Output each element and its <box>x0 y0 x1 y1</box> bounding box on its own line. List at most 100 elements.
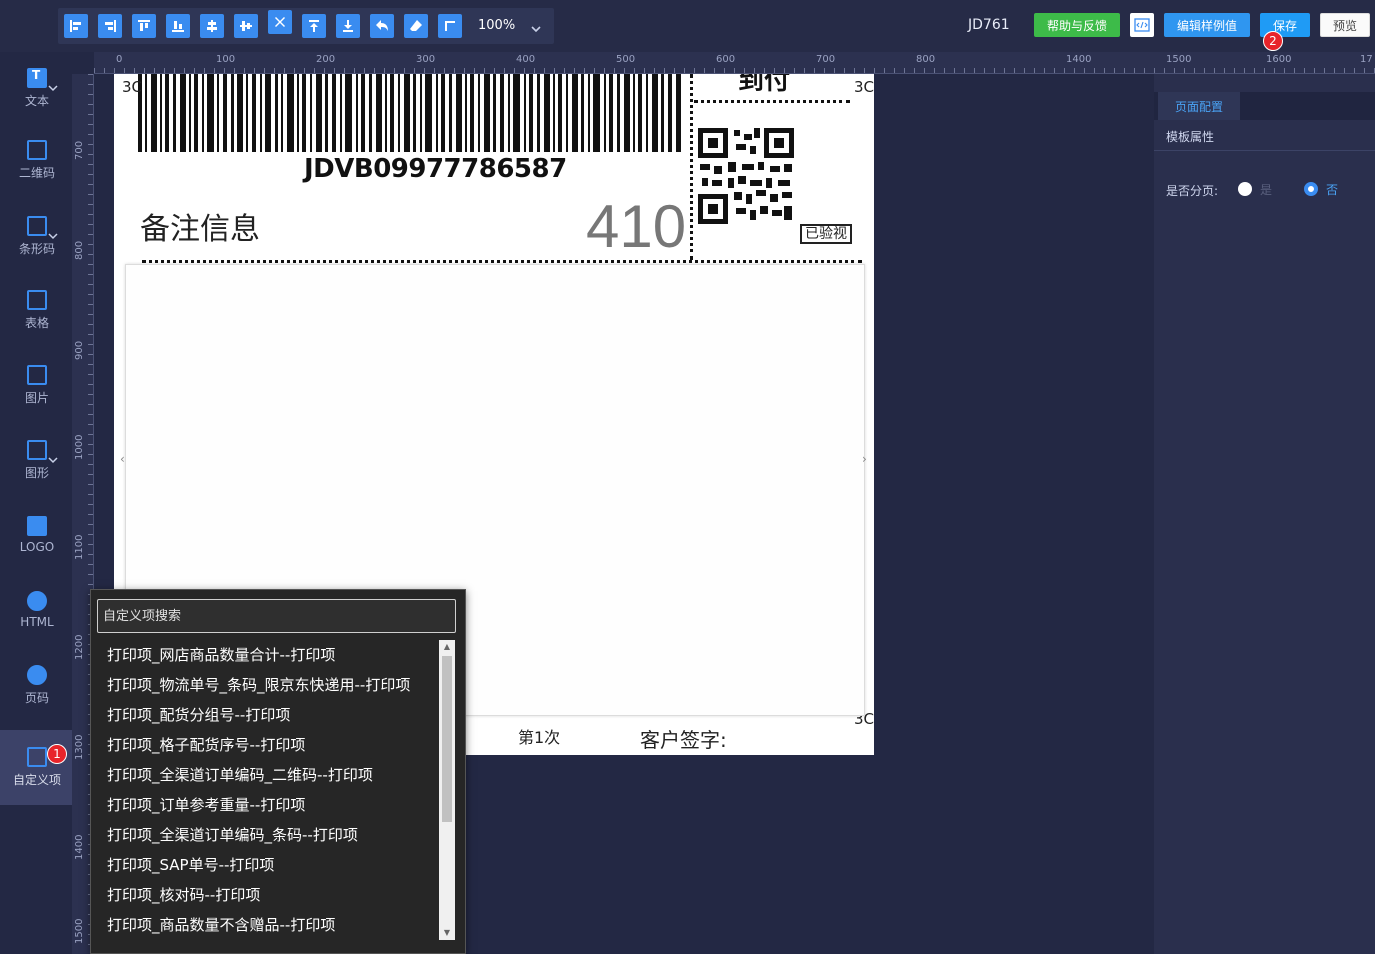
list-item[interactable]: 打印项_格子配货序号--打印项 <box>97 730 437 760</box>
qrcode-element[interactable] <box>698 128 794 224</box>
list-item[interactable]: 打印项_订单参考重量--打印项 <box>97 790 437 820</box>
horizontal-ruler: 0 100 200 300 400 500 600 700 800 1400 1… <box>94 52 1375 74</box>
sidebar-item-table[interactable]: 表格 <box>0 274 74 346</box>
template-properties-title: 模板属性 <box>1166 130 1215 144</box>
corner-mark: 3C <box>854 78 874 96</box>
sidebar-item-label: 图形 <box>24 465 49 480</box>
paging-no-radio[interactable] <box>1304 182 1318 196</box>
ruler-tick: 800 <box>916 54 936 65</box>
zoom-select[interactable]: 100% <box>478 18 515 33</box>
ruler-tick: 500 <box>616 54 636 65</box>
custom-item-icon <box>27 747 47 767</box>
sidebar-item-custom[interactable]: 自定义项 <box>0 730 74 805</box>
scroll-down-icon[interactable]: ▼ <box>442 928 452 938</box>
list-item[interactable]: 打印项_物流单号_条码_限京东快递用--打印项 <box>97 670 437 700</box>
barcode-icon <box>27 215 47 236</box>
sidebar-item-qrcode[interactable]: 二维码 <box>0 124 74 196</box>
custom-item-search-input[interactable] <box>97 599 456 633</box>
corner-mark: 3C <box>122 78 143 96</box>
align-bottom-icon[interactable] <box>166 14 190 38</box>
paging-yes-label[interactable]: 是 <box>1260 181 1272 198</box>
delete-icon[interactable] <box>268 10 292 34</box>
qrcode-icon <box>27 139 47 160</box>
sidebar-item-label: 条形码 <box>18 241 55 256</box>
sidebar-item-label: LOGO <box>19 540 55 554</box>
paging-no-label[interactable]: 否 <box>1326 181 1338 198</box>
resize-handle-right[interactable]: › <box>862 452 867 466</box>
divider <box>1154 150 1375 151</box>
edit-sample-button[interactable]: 编辑样例值 <box>1164 13 1250 37</box>
table-icon <box>27 289 47 310</box>
remark-text: 备注信息 <box>140 212 260 247</box>
align-vcenter-icon[interactable] <box>234 14 258 38</box>
html-icon <box>27 591 47 611</box>
align-right-icon[interactable] <box>98 14 122 38</box>
sidebar-item-page-number[interactable]: 页码 <box>0 649 74 721</box>
ruler-tick: 17 <box>1360 54 1373 65</box>
custom-item-list: 打印项_网店商品数量合计--打印项 打印项_物流单号_条码_限京东快递用--打印… <box>97 640 437 950</box>
list-item[interactable]: 打印项_全渠道订单编码_条码--打印项 <box>97 820 437 850</box>
paging-label: 是否分页: <box>1166 184 1219 198</box>
text-icon: T <box>27 67 47 88</box>
list-item[interactable]: 打印项_全渠道订单编码_二维码--打印项 <box>97 760 437 790</box>
help-feedback-button[interactable]: 帮助与反馈 <box>1034 13 1120 37</box>
sidebar-item-label: HTML <box>20 615 54 629</box>
sidebar-item-image[interactable]: 图片 <box>0 349 74 421</box>
scroll-up-icon[interactable]: ▲ <box>442 642 452 652</box>
align-top-icon[interactable] <box>132 14 156 38</box>
image-icon <box>27 364 47 385</box>
ruler-tick: 400 <box>516 54 536 65</box>
list-item[interactable]: 打印项_商品数量不含赠品--打印项 <box>97 910 437 940</box>
resize-handle-left[interactable]: ‹ <box>120 452 125 466</box>
sidebar-item-label: 二维码 <box>18 165 55 180</box>
corner-icon[interactable] <box>438 14 462 38</box>
undo-icon[interactable] <box>370 14 394 38</box>
dotted-divider <box>142 260 862 263</box>
align-hcenter-icon[interactable] <box>200 14 224 38</box>
sidebar-item-html[interactable]: HTML <box>0 574 74 646</box>
dotted-divider <box>694 100 850 103</box>
barcode-element[interactable] <box>136 74 684 152</box>
ruler-tick: 1500 <box>74 918 85 944</box>
sidebar-item-label: 图片 <box>24 390 49 405</box>
list-item[interactable]: 打印项_SAP单号--打印项 <box>97 850 437 880</box>
ruler-tick: 1200 <box>74 634 85 660</box>
eraser-icon[interactable] <box>404 14 428 38</box>
properties-panel: 页面配置 模板属性 是否分页: 是 否 <box>1154 74 1375 954</box>
tab-page-config[interactable]: 页面配置 <box>1158 92 1240 120</box>
bring-front-icon[interactable] <box>302 14 326 38</box>
ruler-tick: 1500 <box>1166 54 1192 65</box>
ruler-tick: 1600 <box>1266 54 1292 65</box>
chevron-down-icon <box>48 450 58 464</box>
ruler-tick: 800 <box>74 240 85 260</box>
send-back-icon[interactable] <box>336 14 360 38</box>
sidebar-item-label: 文本 <box>24 93 49 108</box>
ruler-tick: 700 <box>74 140 85 160</box>
sidebar-item-shape[interactable]: 图形 <box>0 424 74 496</box>
template-name: JD761 <box>968 17 1010 33</box>
print-count-text: 第1次 <box>518 728 561 747</box>
code-view-button[interactable] <box>1130 13 1154 37</box>
shape-icon <box>27 439 47 460</box>
ruler-tick: 900 <box>74 340 85 360</box>
list-scrollbar[interactable]: ▲ ▼ <box>439 640 455 940</box>
ruler-tick: 1400 <box>74 834 85 860</box>
panel-tab-bar: 页面配置 <box>1154 92 1375 120</box>
step-badge-2: 2 <box>1263 31 1283 51</box>
list-item[interactable]: 打印项_配货分组号--打印项 <box>97 700 437 730</box>
paging-yes-radio[interactable] <box>1238 182 1252 196</box>
list-item[interactable]: 打印项_网店商品数量合计--打印项 <box>97 640 437 670</box>
preview-button[interactable]: 预览 <box>1320 13 1370 37</box>
ruler-tick: 300 <box>416 54 436 65</box>
align-left-icon[interactable] <box>64 14 88 38</box>
sidebar-item-logo[interactable]: LOGO <box>0 499 74 571</box>
sidebar-item-label: 页码 <box>24 690 49 705</box>
list-item[interactable]: 打印项_核对码--打印项 <box>97 880 437 910</box>
sidebar-item-text[interactable]: T 文本 <box>0 52 74 124</box>
cod-text: 到付 <box>738 74 791 96</box>
ruler-tick: 1100 <box>74 534 85 560</box>
signature-text: 客户签字: <box>640 728 727 752</box>
scrollbar-thumb[interactable] <box>442 656 452 822</box>
chevron-down-icon[interactable] <box>530 20 542 33</box>
sidebar-item-barcode[interactable]: 条形码 <box>0 200 74 272</box>
